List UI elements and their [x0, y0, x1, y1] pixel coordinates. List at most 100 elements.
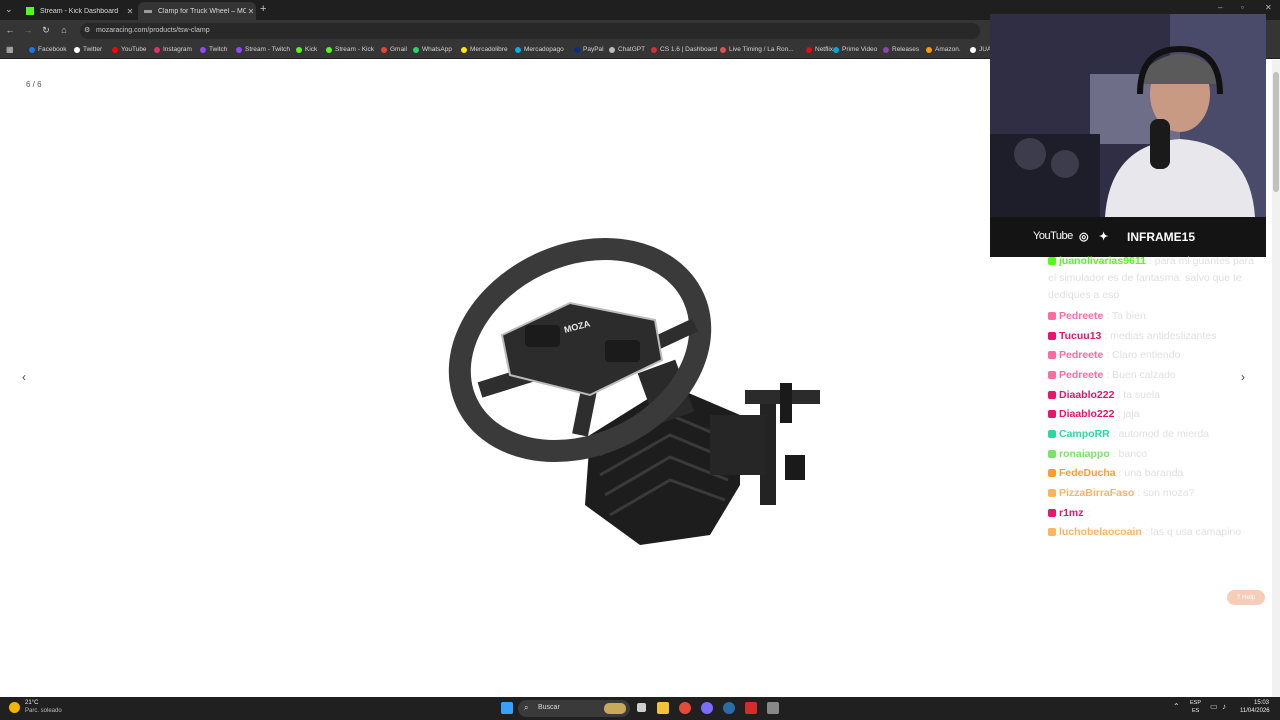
- previous-image-arrow-icon[interactable]: ‹: [22, 370, 26, 384]
- bookmark-favicon-icon: [806, 46, 812, 53]
- bookmark-label: Netflix: [815, 46, 834, 53]
- twitter-icon: ✦: [1099, 231, 1109, 243]
- chrome-icon[interactable]: [679, 702, 691, 714]
- chat-badge-icon: [1048, 528, 1056, 536]
- chat-username[interactable]: FedeDucha: [1059, 467, 1116, 479]
- help-icon: ?: [1236, 594, 1241, 601]
- tray-chevron-icon[interactable]: ⌃: [1173, 702, 1180, 711]
- chat-username[interactable]: ronaiappo: [1059, 448, 1110, 460]
- address-bar[interactable]: ⚙ mozaracing.com/products/tsw-clamp: [80, 23, 980, 39]
- clock-time[interactable]: 15:03: [1254, 700, 1269, 706]
- bookmark-whatsapp[interactable]: WhatsApp: [413, 46, 452, 53]
- bookmark-netflix[interactable]: Netflix: [806, 46, 833, 53]
- tab-search-icon[interactable]: ⌄: [5, 4, 13, 15]
- weather-desc[interactable]: Parc. soleado: [25, 708, 62, 714]
- chat-username[interactable]: PizzaBirraFaso: [1059, 487, 1134, 499]
- bookmark-facebook[interactable]: Facebook: [29, 46, 67, 53]
- bookmark-favicon-icon: [609, 46, 615, 53]
- bookmark-releases[interactable]: Releases: [883, 46, 919, 53]
- maximize-icon[interactable]: ▫: [1241, 3, 1244, 12]
- chat-username[interactable]: luchobelaocoain: [1059, 526, 1142, 538]
- tab-kick-dashboard[interactable]: Stream - Kick Dashboard ✕: [20, 2, 135, 20]
- bookmark-cs-1-6-dashboard[interactable]: CS 1.6 | Dashboard: [651, 46, 717, 53]
- weather-temp[interactable]: 21°C: [25, 700, 38, 706]
- bookmark-label: Mercadopago: [524, 46, 564, 53]
- volume-icon[interactable]: ♪: [1222, 702, 1226, 711]
- taskbar-search-box[interactable]: ⌕ Buscar: [518, 700, 630, 717]
- forward-icon[interactable]: →: [22, 25, 34, 35]
- file-explorer-icon[interactable]: [657, 702, 669, 714]
- chat-username[interactable]: CampoRR: [1059, 428, 1110, 440]
- chat-username[interactable]: juanolivarias9611: [1059, 255, 1146, 267]
- chat-username[interactable]: Tucuu13: [1059, 330, 1101, 342]
- bookmark-kick[interactable]: Kick: [296, 46, 317, 53]
- window-close-icon[interactable]: ✕: [1265, 3, 1272, 12]
- bookmark-twitch[interactable]: Twitch: [200, 46, 227, 53]
- bookmark-twitter[interactable]: Twitter: [74, 46, 102, 53]
- bookmark-stream-twitch[interactable]: Stream - Twitch: [236, 46, 290, 53]
- bookmark-instagram[interactable]: Instagram: [154, 46, 192, 53]
- bookmark-favicon-icon: [574, 46, 580, 53]
- new-tab-icon[interactable]: +: [260, 3, 266, 15]
- tab-moza-clamp[interactable]: Clamp for Truck Wheel – MOZA ✕: [138, 2, 256, 20]
- bookmark-stream-kick[interactable]: Stream - Kick: [326, 46, 374, 53]
- search-placeholder: Buscar: [538, 704, 560, 711]
- channel-name: INFRAME15: [1127, 230, 1196, 244]
- chat-username[interactable]: r1mz: [1059, 507, 1084, 519]
- steam-icon[interactable]: [723, 702, 735, 714]
- bookmark-youtube[interactable]: YouTube: [112, 46, 147, 53]
- chat-message: juanolivarias9611 : para mi guantes para…: [1048, 253, 1263, 304]
- bookmark-label: Gmail: [390, 46, 407, 53]
- bookmark-paypal[interactable]: PayPal: [574, 46, 604, 53]
- tab-title: Stream - Kick Dashboard: [40, 7, 119, 15]
- help-button[interactable]: ? Help: [1227, 590, 1265, 605]
- network-icon[interactable]: ▭: [1210, 702, 1218, 711]
- close-icon[interactable]: ✕: [246, 7, 256, 16]
- bookmark-label: Amazon.: [935, 46, 961, 53]
- bookmark-label: PayPal: [583, 46, 604, 53]
- bookmark-live-timing-la-ron[interactable]: Live Timing / La Ron...: [720, 46, 794, 53]
- language-code[interactable]: ESP: [1190, 700, 1201, 706]
- apps-grid-icon[interactable]: ▦: [6, 45, 14, 54]
- bookmark-favicon-icon: [461, 46, 467, 53]
- chat-username[interactable]: Pedreete: [1059, 310, 1103, 322]
- minimize-icon[interactable]: –: [1218, 3, 1222, 12]
- chat-username[interactable]: Diaablo222: [1059, 408, 1114, 420]
- bookmark-mercadopago[interactable]: Mercadopago: [515, 46, 564, 53]
- chat-message: Pedreete : Buen calzado: [1048, 367, 1263, 384]
- chat-username[interactable]: Pedreete: [1059, 369, 1103, 381]
- bookmark-label: Twitter: [83, 46, 103, 53]
- chat-username[interactable]: Pedreete: [1059, 349, 1103, 361]
- weather-icon[interactable]: [9, 702, 20, 713]
- task-view-icon[interactable]: [637, 703, 646, 712]
- clock-date[interactable]: 11/04/2026: [1240, 708, 1270, 714]
- bookmark-gmail[interactable]: Gmail: [381, 46, 407, 53]
- chat-badge-icon: [1048, 351, 1056, 359]
- site-info-icon[interactable]: ⚙: [84, 26, 90, 34]
- bookmark-favicon-icon: [29, 46, 35, 53]
- obs-app-icon[interactable]: [767, 702, 779, 714]
- bookmark-mercadolibre[interactable]: Mercadolibre: [461, 46, 508, 53]
- bookmark-jua[interactable]: JUA: [970, 46, 991, 53]
- bookmark-chatgpt[interactable]: ChatGPT: [609, 46, 645, 53]
- sim-racing-app-icon[interactable]: [745, 702, 757, 714]
- bookmark-favicon-icon: [381, 46, 387, 53]
- url-text: mozaracing.com/products/tsw-clamp: [96, 27, 210, 34]
- bookmark-label: Mercadolibre: [470, 46, 508, 53]
- chat-username[interactable]: Diaablo222: [1059, 389, 1114, 401]
- reload-icon[interactable]: ↻: [40, 25, 52, 36]
- windows-start-icon[interactable]: [501, 702, 513, 714]
- bookmark-favicon-icon: [74, 46, 80, 53]
- home-icon[interactable]: ⌂: [58, 25, 70, 35]
- youtube-label: YouTube: [1033, 230, 1073, 242]
- bookmark-amazon[interactable]: Amazon.: [926, 46, 961, 53]
- back-icon[interactable]: ←: [4, 25, 16, 35]
- chat-text: : Claro entiendo: [1106, 349, 1181, 361]
- close-icon[interactable]: ✕: [125, 7, 135, 16]
- bookmark-label: Kick: [305, 46, 318, 53]
- keyboard-layout[interactable]: ES: [1192, 708, 1199, 714]
- search-highlight-icon: [604, 703, 626, 714]
- bookmark-prime-video[interactable]: Prime Video: [833, 46, 877, 53]
- scrollbar-thumb[interactable]: [1273, 72, 1279, 192]
- discord-icon[interactable]: [701, 702, 713, 714]
